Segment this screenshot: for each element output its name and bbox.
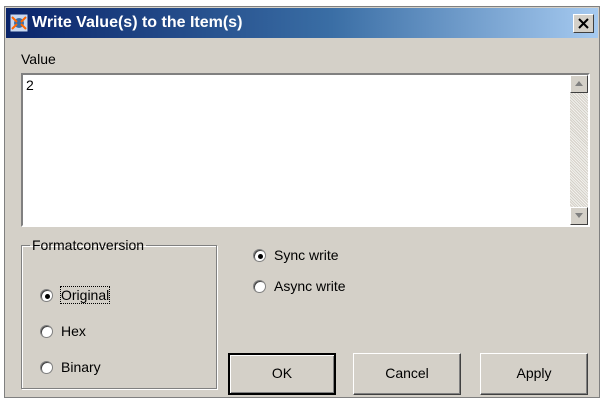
title-bar[interactable]: Write Value(s) to the Item(s) [6, 8, 598, 38]
format-conversion-legend: Formatconversion [32, 237, 145, 253]
radio-hex-label[interactable]: Hex [61, 323, 86, 339]
ok-button[interactable]: OK [228, 353, 336, 395]
value-textarea[interactable]: 2 [21, 73, 590, 227]
radio-selected-dot [45, 294, 50, 299]
close-button[interactable] [573, 14, 594, 33]
radio-button[interactable] [40, 325, 53, 338]
scroll-down-button[interactable] [570, 207, 588, 225]
scroll-down-arrow-icon [575, 213, 583, 218]
cancel-button[interactable]: Cancel [353, 353, 461, 395]
radio-button[interactable] [253, 280, 266, 293]
app-icon [9, 13, 29, 33]
value-text[interactable]: 2 [26, 77, 34, 93]
vertical-scrollbar[interactable] [570, 75, 588, 225]
radio-async-write-label[interactable]: Async write [274, 278, 346, 294]
write-values-dialog: Write Value(s) to the Item(s) Value 2 Fo… [4, 6, 600, 398]
radio-button[interactable] [40, 361, 53, 374]
radio-original-label[interactable]: Original [59, 286, 111, 304]
close-icon [578, 18, 589, 29]
radio-binary-label[interactable]: Binary [61, 359, 101, 375]
scroll-up-arrow-icon [575, 81, 583, 86]
window-title: Write Value(s) to the Item(s) [32, 14, 243, 31]
radio-selected-dot [258, 254, 263, 259]
radio-sync-write-label[interactable]: Sync write [274, 247, 339, 263]
apply-button[interactable]: Apply [480, 353, 588, 395]
value-label: Value [21, 51, 56, 67]
radio-button[interactable] [40, 289, 53, 302]
radio-button[interactable] [253, 249, 266, 262]
format-conversion-group: Formatconversion Original Hex Binary [21, 237, 217, 389]
scroll-up-button[interactable] [570, 75, 588, 93]
